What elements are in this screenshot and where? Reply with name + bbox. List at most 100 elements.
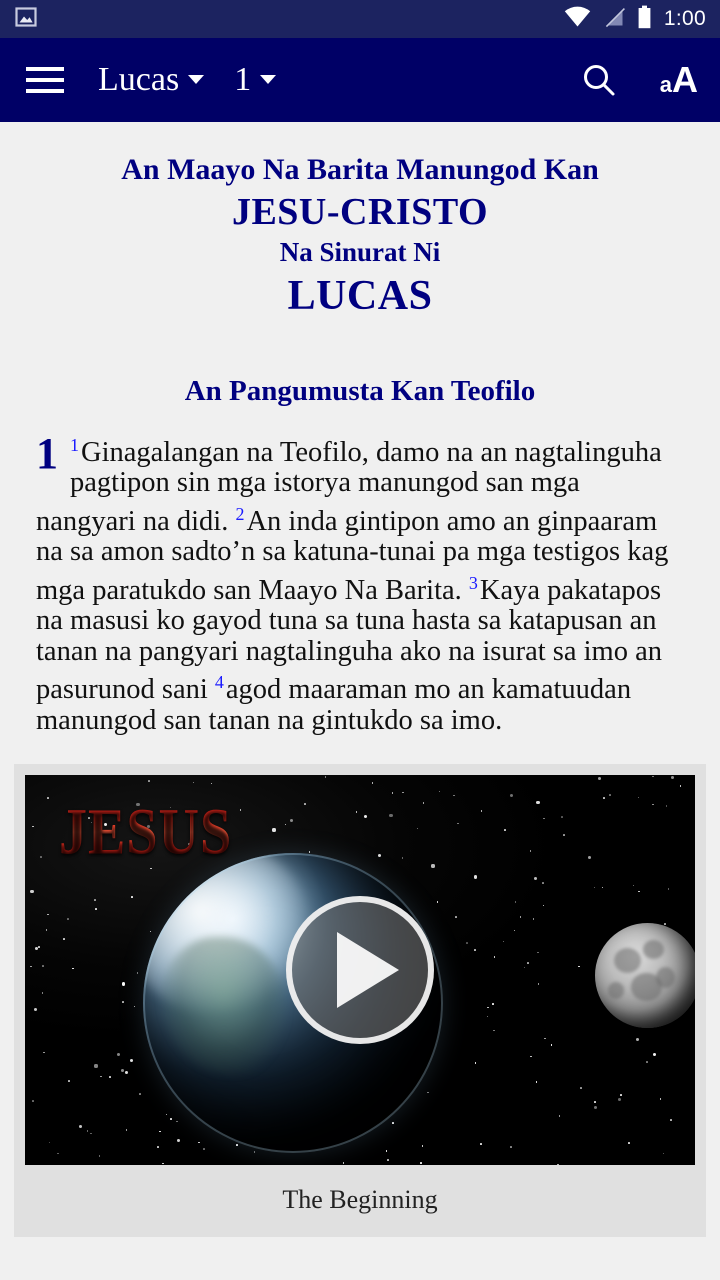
star	[504, 829, 506, 831]
star	[136, 972, 139, 975]
star	[473, 875, 477, 879]
star	[203, 1148, 205, 1150]
star	[420, 1162, 422, 1165]
star	[543, 817, 545, 820]
star	[68, 1080, 71, 1082]
star	[272, 828, 276, 832]
menu-bar-1	[26, 67, 64, 71]
star	[109, 1076, 111, 1078]
star	[94, 899, 96, 901]
section-heading: An Pangumusta Kan Teofilo	[184, 374, 536, 407]
star	[422, 802, 425, 804]
star	[41, 992, 44, 995]
star	[529, 849, 532, 852]
jesus-title-graphic: JESUS	[59, 795, 233, 869]
star	[176, 1120, 178, 1123]
star	[30, 965, 32, 968]
star	[371, 781, 374, 784]
chevron-down-icon	[260, 75, 277, 84]
star	[177, 1139, 181, 1143]
star	[431, 864, 435, 868]
star	[493, 1029, 496, 1032]
book-selector[interactable]: Lucas	[98, 61, 205, 98]
star	[284, 823, 287, 826]
star	[389, 814, 393, 818]
star	[47, 796, 49, 799]
star	[57, 1152, 60, 1155]
star	[453, 794, 456, 797]
star	[133, 1005, 136, 1008]
book-title: An Maayo Na Barita Manungod Kan JESU-CRI…	[0, 122, 720, 323]
star	[78, 1124, 82, 1128]
star	[32, 1100, 34, 1102]
search-icon[interactable]	[580, 61, 618, 99]
chapter-selector[interactable]: 1	[234, 63, 277, 97]
star	[391, 792, 394, 794]
star	[474, 949, 477, 951]
star	[652, 803, 654, 806]
verse-number: 1	[70, 434, 79, 455]
star	[514, 901, 517, 903]
star	[455, 916, 457, 918]
star	[509, 794, 513, 798]
star	[487, 1006, 489, 1009]
star	[632, 884, 635, 887]
video-caption: The Beginning	[25, 1165, 695, 1238]
moon-graphic	[595, 923, 695, 1029]
scripture-content[interactable]: An Maayo Na Barita Manungod Kan JESU-CRI…	[0, 122, 720, 1280]
star	[671, 776, 675, 780]
toolbar-actions: a A	[580, 61, 698, 99]
verse-number: 2	[235, 503, 245, 524]
star	[38, 946, 40, 948]
star	[593, 1105, 598, 1110]
font-size-icon[interactable]: a A	[660, 62, 698, 98]
star	[421, 1144, 424, 1147]
star	[465, 941, 468, 944]
hamburger-menu-icon[interactable]	[26, 58, 70, 102]
play-button-icon[interactable]	[286, 896, 434, 1045]
verse-number: 4	[214, 672, 224, 693]
star	[239, 809, 242, 811]
star	[401, 791, 404, 794]
star	[308, 851, 311, 853]
star	[385, 1149, 388, 1152]
star	[129, 1058, 133, 1063]
star	[638, 890, 640, 893]
star	[33, 1007, 37, 1011]
star	[558, 1115, 561, 1118]
star	[34, 946, 38, 951]
star	[165, 1113, 168, 1116]
video-thumbnail[interactable]: JESUS	[25, 775, 695, 1166]
star	[86, 1130, 89, 1133]
star	[542, 904, 545, 907]
star	[139, 1093, 141, 1095]
star	[527, 962, 529, 964]
star	[645, 1061, 648, 1063]
star	[667, 888, 670, 890]
star	[594, 1101, 596, 1103]
star	[436, 901, 439, 903]
star	[236, 1144, 239, 1146]
star	[617, 1097, 622, 1102]
video-card: JESUS The Beginning	[14, 764, 706, 1238]
menu-bar-3	[26, 89, 64, 93]
star	[563, 834, 565, 836]
star	[40, 856, 42, 859]
star	[159, 1130, 161, 1133]
star	[392, 1122, 394, 1124]
star	[342, 1162, 345, 1164]
star	[131, 896, 133, 898]
star	[637, 796, 640, 799]
star	[46, 913, 49, 916]
star	[523, 966, 526, 969]
star	[324, 776, 327, 778]
status-bar-notifications	[14, 5, 38, 34]
star	[542, 882, 544, 884]
star	[480, 810, 483, 812]
book-selector-label: Lucas	[98, 61, 180, 98]
no-signal-icon	[603, 6, 625, 33]
menu-bar-2	[26, 78, 64, 82]
chevron-down-icon	[188, 75, 205, 84]
star	[377, 853, 381, 857]
star	[401, 857, 404, 859]
